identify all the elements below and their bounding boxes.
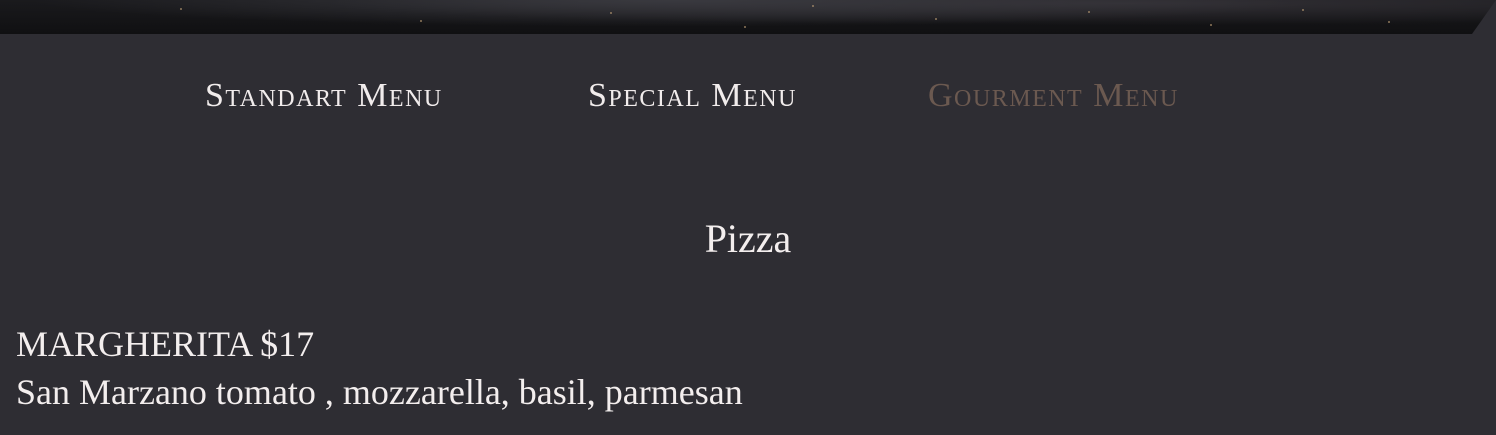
sparkle-speck xyxy=(935,18,937,20)
menu-item: MARGHERITA $17 San Marzano tomato , mozz… xyxy=(16,320,743,416)
sparkle-speck xyxy=(1302,9,1304,11)
tab-gourment-menu[interactable]: Gourment Menu xyxy=(928,76,1179,116)
sparkle-speck xyxy=(1088,11,1090,13)
tab-standart-menu[interactable]: Standart Menu xyxy=(205,76,443,116)
sparkle-speck xyxy=(610,12,612,14)
sparkle-speck xyxy=(1388,21,1390,23)
section-title: Pizza xyxy=(704,216,792,261)
sparkle-speck xyxy=(1210,24,1212,26)
hero-image xyxy=(0,0,1496,34)
hero-corner xyxy=(1472,0,1496,34)
tab-special-menu[interactable]: Special Menu xyxy=(588,76,797,116)
sparkle-speck xyxy=(420,20,422,22)
menu-tabs: Standart Menu Special Menu Gourment Menu xyxy=(0,76,1496,120)
menu-page: Standart Menu Special Menu Gourment Menu… xyxy=(0,0,1496,435)
menu-item-description: San Marzano tomato , mozzarella, basil, … xyxy=(16,372,743,412)
sparkle-speck xyxy=(180,8,182,10)
menu-item-name: MARGHERITA xyxy=(16,324,252,364)
menu-item-price: $17 xyxy=(260,324,315,364)
sparkle-speck xyxy=(812,5,814,7)
sparkle-speck xyxy=(744,26,746,28)
menu-item-header: MARGHERITA $17 xyxy=(16,320,743,368)
